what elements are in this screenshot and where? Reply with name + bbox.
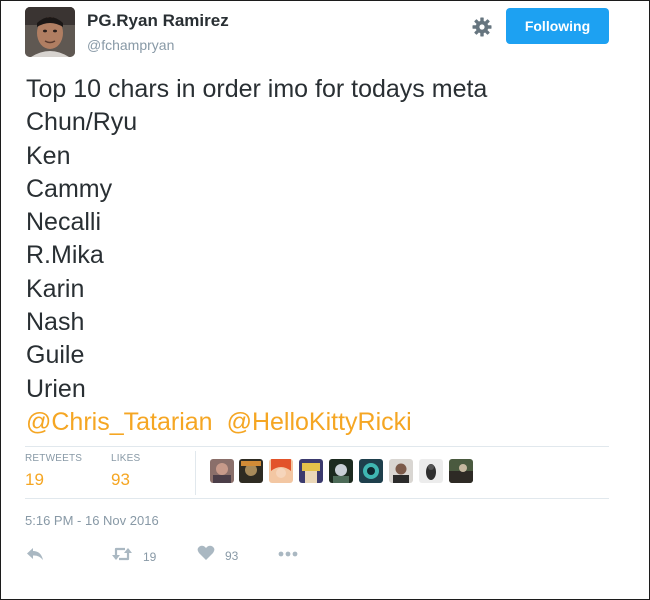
likes-label: LIKES — [111, 453, 141, 464]
retweet-count: 19 — [143, 549, 157, 564]
reply-icon — [25, 545, 45, 568]
likes-count[interactable]: 93 — [111, 470, 140, 490]
retweets-label: RETWEETS — [25, 453, 83, 464]
divider — [25, 446, 609, 447]
liker-avatar[interactable] — [299, 459, 323, 483]
retweet-icon — [111, 545, 133, 568]
liker-avatar[interactable] — [210, 459, 234, 483]
display-name[interactable]: PG.Ryan Ramirez — [87, 11, 229, 31]
liker-avatar[interactable] — [449, 459, 473, 483]
stats-separator — [195, 451, 196, 495]
mention-link[interactable]: @Chris_Tatarian — [26, 408, 213, 436]
tweet-line: Urien — [26, 374, 86, 403]
gear-icon[interactable] — [470, 15, 494, 39]
tweet-card: PG.Ryan Ramirez @fchampryan Following To… — [0, 0, 650, 600]
liker-avatar[interactable] — [359, 459, 383, 483]
retweet-button[interactable]: 19 — [111, 545, 156, 568]
heart-icon — [197, 545, 215, 566]
more-icon — [277, 545, 299, 568]
tweet-line: Karin — [26, 274, 85, 303]
following-button[interactable]: Following — [506, 8, 609, 44]
more-button[interactable] — [277, 545, 299, 568]
liker-avatar[interactable] — [389, 459, 413, 483]
tweet-line: Cammy — [26, 174, 113, 203]
tweet-line: Nash — [26, 308, 85, 337]
avatar[interactable] — [25, 7, 75, 57]
tweet-line: Ken — [26, 141, 71, 170]
liker-avatar[interactable] — [269, 459, 293, 483]
tweet-line: Necalli — [26, 208, 102, 237]
retweets-count[interactable]: 19 — [25, 470, 82, 490]
reply-button[interactable] — [25, 545, 45, 568]
like-count: 93 — [225, 548, 239, 563]
tweet-line: R.Mika — [26, 241, 104, 270]
retweets-stat[interactable]: RETWEETS 19 — [25, 453, 82, 490]
mentions-line: @Chris_Tatarian @HelloKittyRicki — [26, 406, 626, 439]
liker-avatar[interactable] — [329, 459, 353, 483]
like-button[interactable]: 93 — [197, 545, 238, 566]
mention-link[interactable]: @HelloKittyRicki — [227, 408, 412, 436]
tweet-line: Chun/Ryu — [26, 108, 138, 137]
liker-avatar[interactable] — [239, 459, 263, 483]
tweet-text: Top 10 chars in order imo for todays met… — [26, 73, 626, 439]
tweet-line: Top 10 chars in order imo for todays met… — [26, 75, 488, 103]
divider — [25, 498, 609, 499]
tweet-timestamp[interactable]: 5:16 PM - 16 Nov 2016 — [25, 513, 159, 528]
likes-stat[interactable]: LIKES 93 — [111, 453, 140, 490]
tweet-header: PG.Ryan Ramirez @fchampryan Following — [25, 7, 629, 61]
tweet-line: Guile — [26, 341, 85, 370]
liker-avatar[interactable] — [419, 459, 443, 483]
user-handle[interactable]: @fchampryan — [87, 37, 174, 53]
